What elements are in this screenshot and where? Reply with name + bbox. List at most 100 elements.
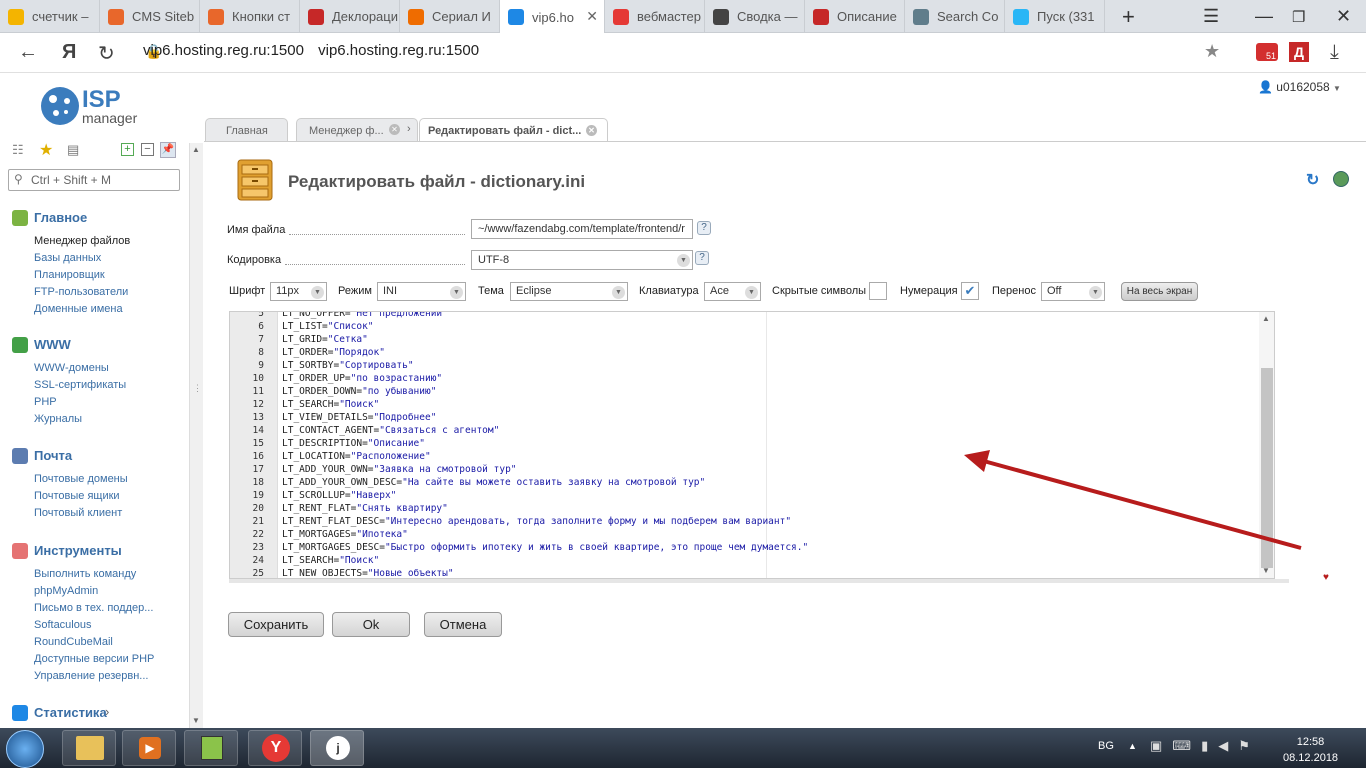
taskbar-yandex-browser[interactable]: Y xyxy=(248,730,302,766)
filename-input[interactable]: ~/www/fazendabg.com/template/frontend/r xyxy=(471,219,693,239)
yandex-icon[interactable]: Я xyxy=(62,41,76,64)
browser-tab[interactable]: vip6.ho ✕ xyxy=(500,0,605,34)
pin-icon[interactable]: 📌 xyxy=(160,142,176,158)
help-icon[interactable]: ? xyxy=(695,251,709,265)
sidebar-item[interactable]: Softaculous xyxy=(34,619,91,631)
sidebar-item[interactable]: Доступные версии PHP xyxy=(34,653,154,665)
code-line[interactable]: LT_VIEW_DETAILS="Подробнее" xyxy=(282,411,808,424)
new-tab-button[interactable]: + xyxy=(1122,4,1135,30)
code-line[interactable]: LT_SCROLLUP="Наверх" xyxy=(282,489,808,502)
scroll-up-icon[interactable]: ▲ xyxy=(1262,314,1270,323)
save-button[interactable]: Сохранить xyxy=(228,612,324,637)
sidebar-item[interactable]: Почтовые ящики xyxy=(34,490,120,502)
mail-extension-badge[interactable]: 51 xyxy=(1256,43,1278,61)
browser-tab[interactable]: Сводка — xyxy=(705,0,805,33)
fullscreen-button[interactable]: На весь экран xyxy=(1121,282,1198,301)
expand-all-icon[interactable]: + xyxy=(121,143,134,156)
code-line[interactable]: LT_NEW_OBJECTS="Новые объекты" xyxy=(282,567,808,578)
minimize-button[interactable]: — xyxy=(1255,6,1273,27)
sidebar-item[interactable]: WWW-домены xyxy=(34,362,109,374)
wrap-select[interactable]: Off ▼ xyxy=(1041,282,1105,301)
sidebar-item[interactable]: PHP xyxy=(34,396,57,408)
sidebar-scrollbar[interactable]: ▲ ⋮ ▼ xyxy=(189,143,203,728)
code-line[interactable]: LT_RENT_FLAT="Снять квартиру" xyxy=(282,502,808,515)
sidebar-item[interactable]: Почтовый клиент xyxy=(34,507,122,519)
browser-tab[interactable]: Деклораци xyxy=(300,0,400,33)
theme-select[interactable]: Eclipse ▼ xyxy=(510,282,628,301)
menu-icon[interactable]: ☰ xyxy=(1203,6,1219,27)
code-line[interactable]: LT_DESCRIPTION="Описание" xyxy=(282,437,808,450)
reload-icon[interactable]: ↻ xyxy=(98,41,115,66)
encoding-select[interactable]: UTF-8 ▼ xyxy=(471,250,693,270)
back-icon[interactable]: ← xyxy=(18,41,38,64)
code-line[interactable]: LT_ADD_YOUR_OWN="Заявка на смотровой тур… xyxy=(282,463,808,476)
clipboard-icon[interactable]: ▤ xyxy=(67,142,79,158)
volume-icon[interactable]: ◀ xyxy=(1218,738,1238,753)
extension-d-icon[interactable]: Д xyxy=(1289,42,1309,62)
favorites-star-icon[interactable]: ★ xyxy=(39,140,53,160)
scroll-down-icon[interactable]: ▼ xyxy=(192,716,200,725)
sidebar-item[interactable]: Письмо в тех. поддер... xyxy=(34,602,153,614)
bookmark-star-icon[interactable]: ★ xyxy=(1204,41,1220,62)
taskbar-explorer[interactable] xyxy=(62,730,116,766)
cancel-button[interactable]: Отмена xyxy=(424,612,502,637)
browser-tab[interactable]: Пуск (331 xyxy=(1005,0,1105,33)
taskbar-monitor[interactable] xyxy=(184,730,238,766)
sidebar-item[interactable]: Журналы xyxy=(34,413,82,425)
sidebar-section-title[interactable]: Статистика xyxy=(34,705,107,720)
code-line[interactable]: LT_MORTGAGES_DESC="Быстро оформить ипоте… xyxy=(282,541,808,554)
sidebar-item[interactable]: Менеджер файлов xyxy=(34,235,130,247)
browser-tab[interactable]: Сериал И xyxy=(400,0,500,33)
refresh-icon[interactable]: ↻ xyxy=(1306,170,1319,190)
close-tab-icon[interactable]: ✕ xyxy=(586,8,598,25)
browser-tab[interactable]: Search Co xyxy=(905,0,1005,33)
code-line[interactable]: LT_SORTBY="Сортировать" xyxy=(282,359,808,372)
restore-button[interactable]: ❐ xyxy=(1292,8,1305,26)
code-line[interactable]: LT_SEARCH="Поиск" xyxy=(282,554,808,567)
url-field[interactable]: vip6.hosting.reg.ru:1500 vip6.hosting.re… xyxy=(143,42,479,59)
sidebar-item[interactable]: FTP-пользователи xyxy=(34,286,128,298)
hidden-chars-checkbox[interactable] xyxy=(869,282,887,300)
breadcrumb-edit-file[interactable]: Редактировать файл - dict... ✕ xyxy=(419,118,608,142)
splitter-handle[interactable]: ⋮ xyxy=(193,383,202,394)
code-line[interactable]: LT_RENT_FLAT_DESC="Интересно арендовать,… xyxy=(282,515,808,528)
tray-keyboard-icon[interactable]: ⌨ xyxy=(1172,738,1201,753)
user-menu[interactable]: 👤 u0162058 ▼ xyxy=(1258,80,1341,94)
taskbar-media-player[interactable]: ▶ xyxy=(122,730,176,766)
sidebar-section-title[interactable]: Главное xyxy=(34,210,87,225)
sidebar-item[interactable]: Базы данных xyxy=(34,252,101,264)
collapse-all-icon[interactable]: − xyxy=(141,143,154,156)
tray-app-icon[interactable]: ▣ xyxy=(1150,738,1172,753)
sidebar-item[interactable]: Выполнить команду xyxy=(34,568,136,580)
sidebar-section-title[interactable]: Почта xyxy=(34,448,72,463)
tray-expand-icon[interactable]: ▲ xyxy=(1128,741,1137,751)
language-indicator[interactable]: BG xyxy=(1098,740,1114,752)
code-line[interactable]: LT_ADD_YOUR_OWN_DESC="На сайте вы можете… xyxy=(282,476,808,489)
sidebar-item[interactable]: RoundCubeMail xyxy=(34,636,113,648)
code-line[interactable]: LT_LOCATION="Расположение" xyxy=(282,450,808,463)
keyboard-select[interactable]: Ace ▼ xyxy=(704,282,761,301)
close-window-button[interactable]: ✕ xyxy=(1336,6,1351,27)
sidebar-item[interactable]: Почтовые домены xyxy=(34,473,128,485)
flag-icon[interactable]: ⚑ xyxy=(1238,738,1260,753)
sidebar-search-input[interactable]: ⚲ Ctrl + Shift + M xyxy=(8,169,180,191)
browser-tab[interactable]: вебмастер xyxy=(605,0,705,33)
sidebar-item[interactable]: SSL-сертификаты xyxy=(34,379,126,391)
ok-button[interactable]: Ok xyxy=(332,612,410,637)
code-line[interactable]: LT_LIST="Список" xyxy=(282,320,808,333)
sidebar-item[interactable]: Доменные имена xyxy=(34,303,123,315)
help-globe-icon[interactable] xyxy=(1333,171,1349,187)
download-icon[interactable]: ⤓ xyxy=(1330,41,1339,64)
code-line[interactable]: LT_MORTGAGES="Ипотека" xyxy=(282,528,808,541)
breadcrumb-home[interactable]: Главная xyxy=(205,118,288,142)
code-line[interactable]: LT_GRID="Сетка" xyxy=(282,333,808,346)
sidebar-item[interactable]: Управление резервн... xyxy=(34,670,148,682)
system-clock[interactable]: 12:58 08.12.2018 xyxy=(1283,734,1338,766)
sidebar-section-title[interactable]: WWW xyxy=(34,337,71,352)
numbering-checkbox[interactable]: ✔ xyxy=(961,282,979,300)
taskbar-app[interactable]: j xyxy=(310,730,364,766)
browser-tab[interactable]: Кнопки ст xyxy=(200,0,300,33)
editor-resize-bar[interactable] xyxy=(229,579,1289,583)
tree-icon[interactable]: ☷ xyxy=(12,142,24,158)
code-line[interactable]: LT_NO_OFFER="Нет предложений" xyxy=(282,312,808,320)
